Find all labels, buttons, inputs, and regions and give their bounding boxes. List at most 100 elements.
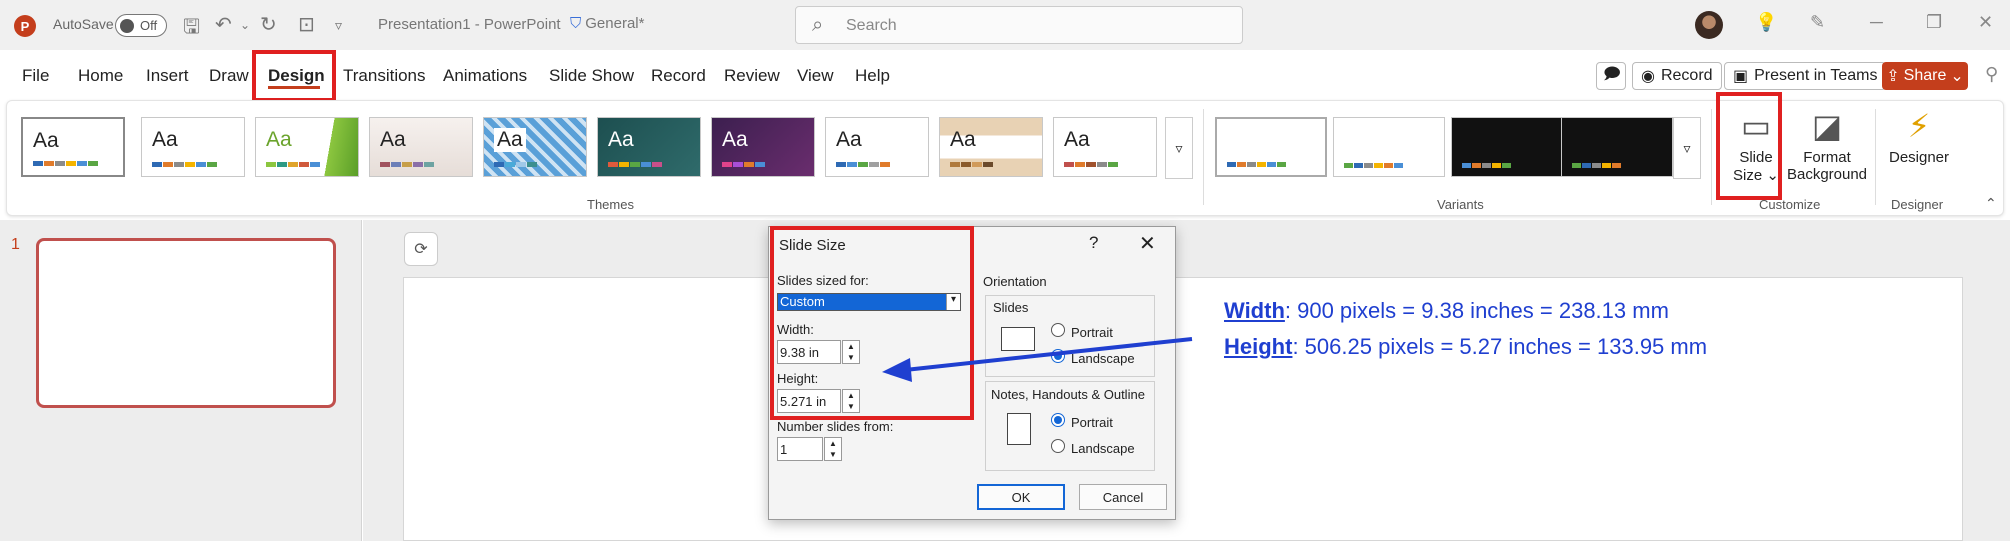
minimize-icon[interactable]: ─ (1870, 12, 1883, 33)
ribbon-separator (1203, 109, 1204, 205)
theme-sample: Aa (722, 128, 748, 151)
tab-home[interactable]: Home (78, 66, 123, 86)
record-label: Record (1660, 67, 1713, 84)
toggle-knob (120, 19, 134, 33)
record-button[interactable]: ◉ Record (1632, 62, 1722, 90)
powerpoint-logo-icon: P (14, 15, 36, 37)
number-slides-from-field[interactable]: 1 ▲ ▼ (777, 437, 842, 461)
share-icon: ⇪ (1886, 68, 1900, 85)
variant-1[interactable] (1215, 117, 1327, 177)
lightbulb-icon[interactable]: 💡 (1755, 12, 1777, 33)
close-icon[interactable]: ✕ (1139, 231, 1156, 256)
record-icon: ◉ (1641, 68, 1655, 85)
slide-thumbnails-panel: 1 (0, 220, 362, 541)
theme-colors (380, 162, 434, 167)
designer-group-label: Designer (1891, 197, 1944, 212)
undo-icon[interactable]: ↶ (215, 12, 232, 37)
tab-transitions[interactable]: Transitions (343, 66, 426, 86)
autosave-toggle[interactable]: Off (115, 14, 167, 37)
theme-sample: Aa (1064, 128, 1090, 151)
variants-more-button[interactable]: ▿ (1673, 117, 1701, 179)
variant-colors (1227, 162, 1286, 167)
redo-icon[interactable]: ↻ (260, 12, 277, 37)
themes-group-label: Themes (587, 197, 634, 212)
theme-4[interactable]: Aa (369, 117, 473, 177)
format-background-button[interactable]: ◪ Format Background (1785, 107, 1869, 183)
tab-record[interactable]: Record (651, 66, 706, 86)
slides-landscape-label: Landscape (1071, 351, 1135, 366)
tab-view[interactable]: View (797, 66, 834, 86)
designer-ideas-icon[interactable]: ⟳ (404, 232, 438, 266)
theme-facet[interactable]: Aa (255, 117, 359, 177)
autosave-state: Off (140, 18, 158, 33)
designer-button[interactable]: ⚡ Designer (1883, 107, 1955, 166)
tab-slide-show[interactable]: Slide Show (549, 66, 634, 86)
theme-9[interactable]: Aa (939, 117, 1043, 177)
variant-3[interactable] (1451, 117, 1563, 177)
notes-portrait-label: Portrait (1071, 415, 1113, 430)
theme-8[interactable]: Aa (825, 117, 929, 177)
tab-animations[interactable]: Animations (443, 66, 527, 86)
slides-portrait-radio[interactable] (1051, 323, 1065, 337)
format-background-label-1: Format (1803, 149, 1851, 166)
variant-2[interactable] (1333, 117, 1445, 177)
slide-thumbnail[interactable] (36, 238, 336, 408)
theme-5[interactable]: Aa (483, 117, 587, 177)
ok-button[interactable]: OK (977, 484, 1065, 510)
restore-icon[interactable]: ❐ (1926, 12, 1942, 33)
themes-more-button[interactable]: ▿ (1165, 117, 1193, 179)
pen-icon[interactable]: ✎ (1810, 12, 1825, 33)
theme-10[interactable]: Aa (1053, 117, 1157, 177)
theme-colors (722, 162, 765, 167)
theme-office[interactable]: Aa (21, 117, 125, 177)
theme-colors (494, 162, 537, 167)
slides-group-label: Slides (993, 300, 1029, 315)
notes-landscape-radio[interactable] (1051, 439, 1065, 453)
customize-toolbar-icon[interactable]: ▿ (335, 17, 342, 34)
comments-button[interactable]: 🗩 (1596, 62, 1626, 90)
slide-number: 1 (11, 236, 20, 253)
help-icon[interactable]: ? (1089, 233, 1098, 253)
cancel-button[interactable]: Cancel (1079, 484, 1167, 510)
notes-portrait-radio[interactable] (1051, 413, 1065, 427)
designer-label: Designer (1888, 149, 1950, 166)
theme-colors (950, 162, 993, 167)
search-box[interactable]: ⌕ Search (795, 6, 1243, 44)
number-slides-spinner[interactable]: ▲ ▼ (824, 437, 842, 461)
theme-sample: Aa (266, 128, 292, 151)
tab-review[interactable]: Review (724, 66, 780, 86)
expand-gallery-icon: ▿ (1683, 139, 1691, 156)
theme-sample: Aa (33, 129, 59, 152)
tab-insert[interactable]: Insert (146, 66, 189, 86)
document-title: Presentation1 - PowerPoint (378, 16, 561, 33)
share-label: Share (1903, 67, 1947, 84)
close-icon[interactable]: ✕ (1978, 12, 1993, 33)
presenter-icon[interactable]: ⊡ (298, 12, 315, 37)
collapse-ribbon-icon[interactable]: ⌃ (1985, 195, 1997, 212)
search-icon: ⌕ (812, 14, 824, 36)
undo-dropdown-icon[interactable]: ⌄ (240, 18, 250, 32)
expand-gallery-icon: ▿ (1175, 139, 1183, 156)
tab-draw[interactable]: Draw (209, 66, 249, 86)
portrait-page-icon (1007, 413, 1031, 445)
slides-landscape-radio[interactable] (1051, 349, 1065, 363)
share-button[interactable]: ⇪ Share ⌄ (1882, 62, 1968, 90)
theme-colors (152, 162, 217, 167)
ok-label: OK (1011, 489, 1031, 505)
theme-2[interactable]: Aa (141, 117, 245, 177)
present-in-teams-button[interactable]: ▣ Present in Teams (1724, 62, 1887, 90)
orientation-label: Orientation (983, 274, 1047, 289)
slide-canvas[interactable]: Width: 900 pixels = 9.38 inches = 238.13… (403, 277, 1963, 541)
sensitivity-label[interactable]: ⛉ General* (570, 15, 644, 32)
tab-help[interactable]: Help (855, 66, 890, 86)
tab-file[interactable]: File (22, 66, 49, 86)
save-icon[interactable]: 🖫 (183, 12, 200, 46)
variant-4[interactable] (1561, 117, 1673, 177)
theme-7[interactable]: Aa (711, 117, 815, 177)
variants-group-label: Variants (1437, 197, 1484, 212)
theme-6[interactable]: Aa (597, 117, 701, 177)
ribbon-display-icon[interactable]: ⚲ (1985, 64, 1998, 85)
avatar[interactable] (1695, 11, 1723, 39)
width-annotation: Width: 900 pixels = 9.38 inches = 238.13… (1224, 298, 1669, 324)
theme-colors (1064, 162, 1118, 167)
